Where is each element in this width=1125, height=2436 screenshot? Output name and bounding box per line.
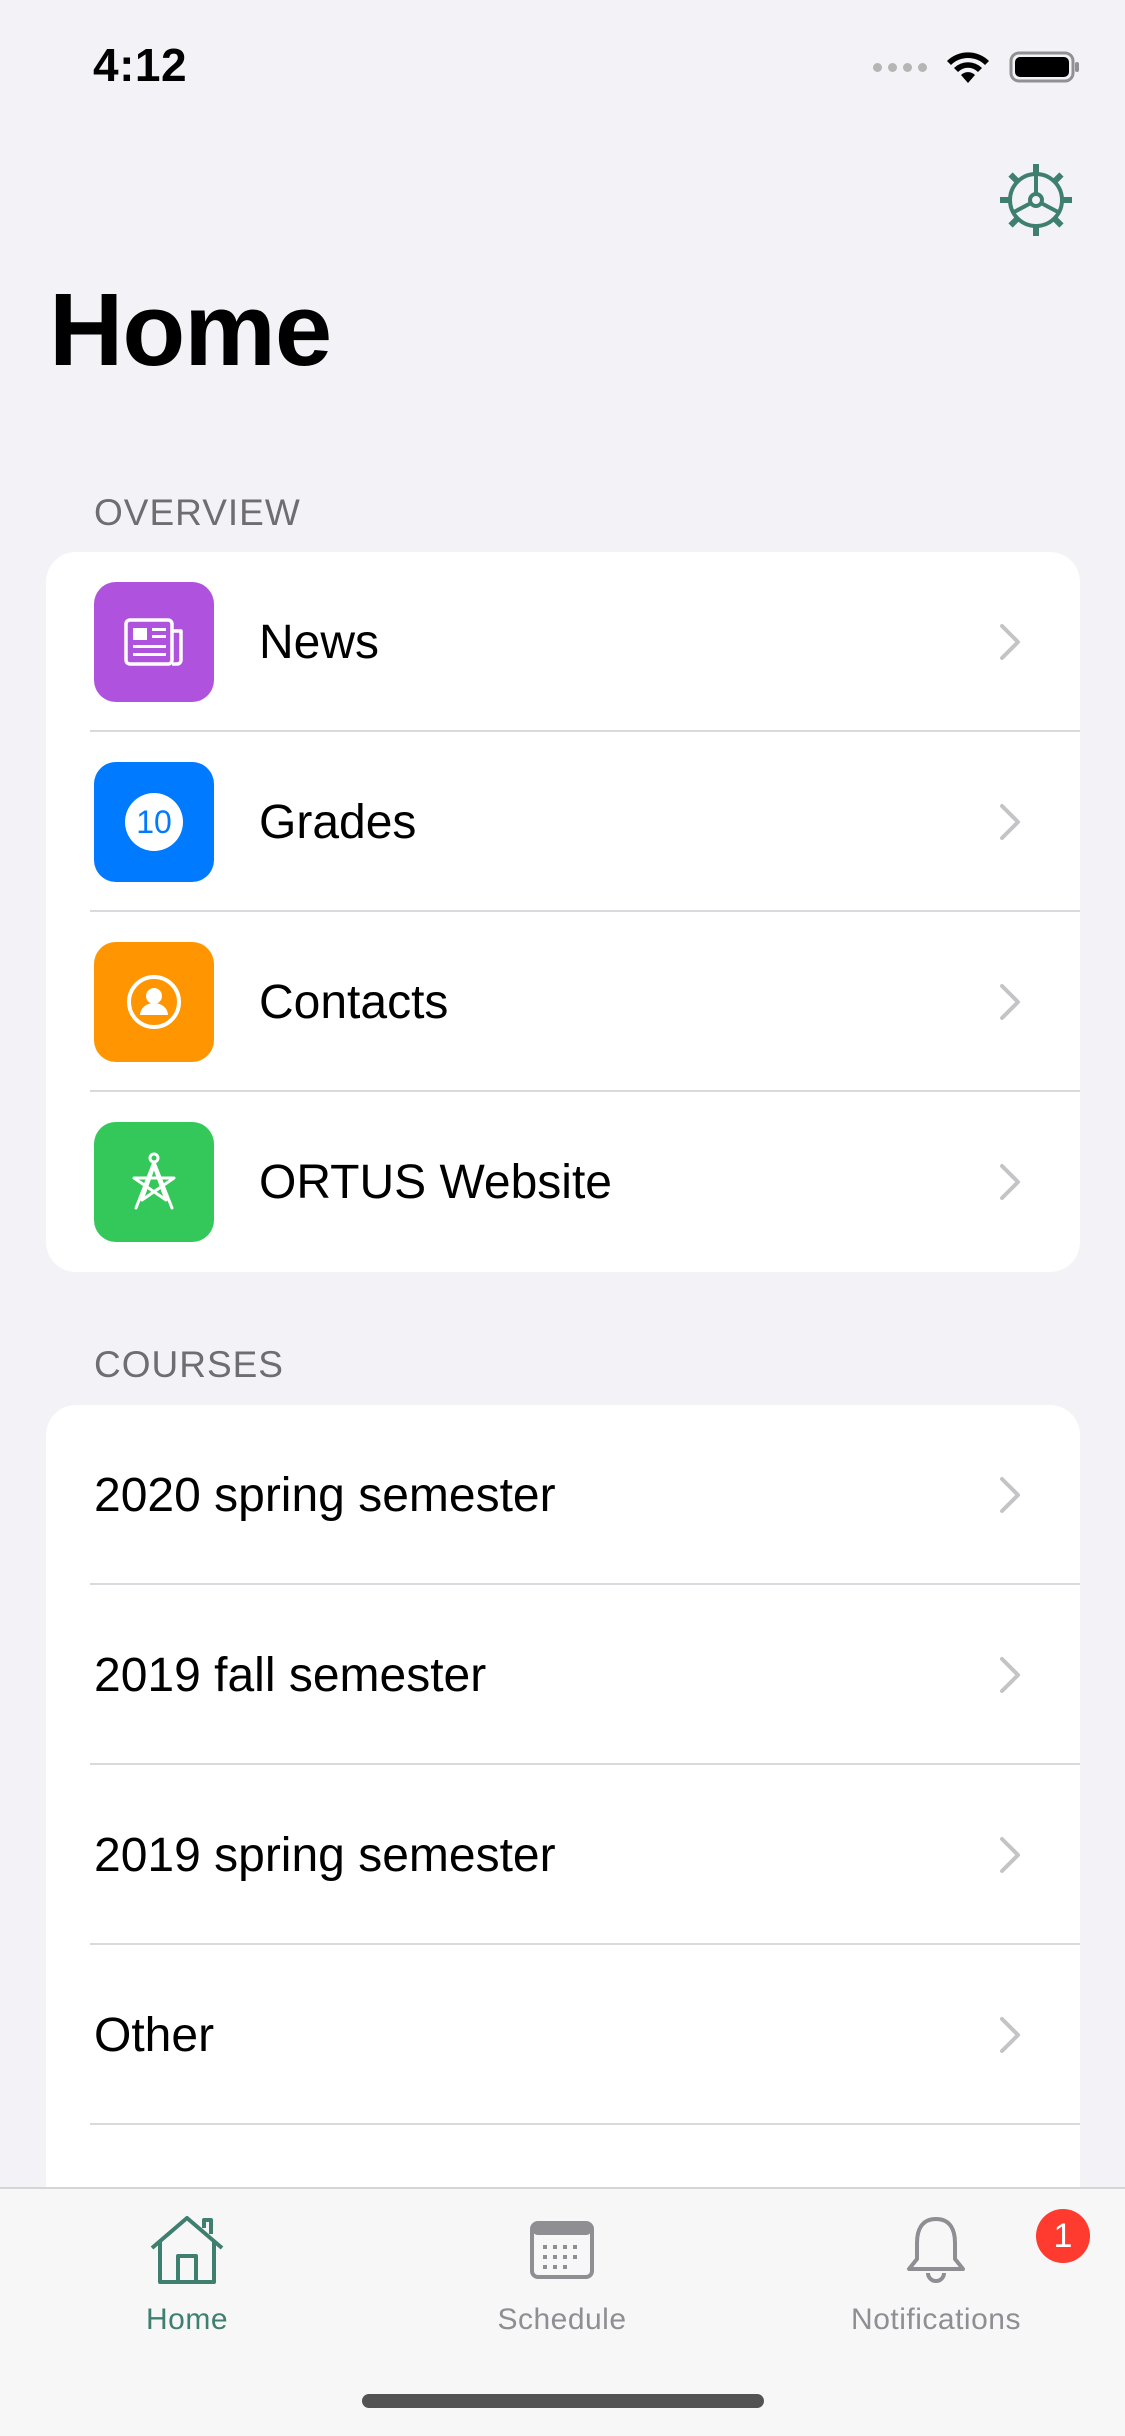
home-indicator[interactable] — [362, 2394, 764, 2408]
chevron-right-icon — [1000, 984, 1020, 1020]
news-label: News — [259, 615, 380, 669]
chevron-right-icon — [1000, 1837, 1020, 1873]
course-item-2019-spring[interactable]: 2019 spring semester — [46, 1765, 1080, 1945]
chevron-right-icon — [1000, 1164, 1020, 1200]
tab-home[interactable]: Home — [62, 2209, 312, 2349]
overview-section-header: OVERVIEW — [94, 492, 301, 533]
grades-label: Grades — [259, 795, 417, 849]
page-title: Home — [49, 272, 332, 387]
overview-item-grades[interactable]: 10 Grades — [46, 732, 1080, 912]
course-item-other[interactable]: Other — [46, 1945, 1080, 2125]
gear-icon — [1000, 164, 1072, 236]
status-indicators — [873, 50, 1081, 84]
ortus-website-label: ORTUS Website — [259, 1155, 612, 1209]
newspaper-icon — [94, 582, 214, 702]
notification-badge: 1 — [1036, 2209, 1090, 2263]
course-label: Other — [94, 2008, 215, 2062]
home-screen: 4:12 Home OVERVIEW News 10 Grades Contac… — [0, 0, 1125, 2436]
overview-item-ortus-website[interactable]: ORTUS Website — [46, 1092, 1080, 1272]
tab-label: Home — [145, 2303, 229, 2336]
contacts-label: Contacts — [259, 975, 449, 1029]
chevron-right-icon — [1000, 1657, 1020, 1693]
chevron-right-icon — [1000, 2017, 1020, 2053]
grade-10-icon: 10 — [94, 762, 214, 882]
person-circle-icon — [94, 942, 214, 1062]
course-item-2020-spring[interactable]: 2020 spring semester — [46, 1405, 1080, 1585]
chevron-right-icon — [1000, 624, 1020, 660]
cellular-signal-icon — [873, 62, 927, 72]
status-bar: 4:12 — [0, 0, 1125, 140]
divider — [90, 2123, 1080, 2125]
course-item-2019-fall[interactable]: 2019 fall semester — [46, 1585, 1080, 1765]
course-label: 2019 spring semester — [94, 1828, 556, 1882]
wifi-icon — [945, 50, 991, 84]
course-label: 2019 fall semester — [94, 1648, 487, 1702]
tab-label: Schedule — [497, 2303, 627, 2336]
status-time: 4:12 — [93, 39, 188, 91]
overview-list: News 10 Grades Contacts ORTUS Website — [46, 552, 1080, 1272]
bell-icon: 1 — [891, 2209, 1090, 2289]
courses-section-header: COURSES — [94, 1344, 284, 1385]
settings-button[interactable] — [996, 160, 1076, 240]
grade-icon-text: 10 — [136, 804, 172, 840]
house-icon — [142, 2209, 232, 2289]
calendar-icon — [517, 2209, 607, 2289]
chevron-right-icon — [1000, 804, 1020, 840]
overview-item-contacts[interactable]: Contacts — [46, 912, 1080, 1092]
overview-item-news[interactable]: News — [46, 552, 1080, 732]
tab-label: Notifications — [851, 2303, 1021, 2336]
battery-icon — [1009, 50, 1081, 84]
chevron-right-icon — [1000, 1477, 1020, 1513]
course-label: 2020 spring semester — [94, 1468, 556, 1522]
tab-schedule[interactable]: Schedule — [437, 2209, 687, 2349]
tab-notifications[interactable]: 1 Notifications — [811, 2209, 1090, 2349]
compass-star-icon — [94, 1122, 214, 1242]
